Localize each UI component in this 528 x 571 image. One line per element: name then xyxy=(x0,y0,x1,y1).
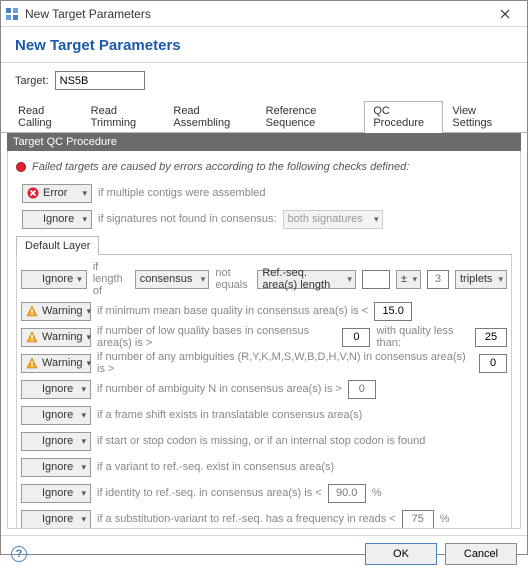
check-text: if signatures not found in consensus: xyxy=(98,213,277,225)
check-mean-base-quality: Warning ▾ if minimum mean base quality i… xyxy=(21,299,507,323)
app-icon xyxy=(5,7,19,21)
chevron-down-icon: ▾ xyxy=(81,488,86,499)
check-ambiguity-n: Ignore ▾ if number of ambiguity N in con… xyxy=(21,377,507,401)
ambig-count-input[interactable] xyxy=(479,354,507,373)
check-substitution-variant: Ignore ▾ if a substitution-variant to re… xyxy=(21,507,507,529)
tab-default-layer[interactable]: Default Layer xyxy=(16,236,99,255)
check-signatures: Ignore ▾ if signatures not found in cons… xyxy=(16,207,512,231)
tab-read-assembling[interactable]: Read Assembling xyxy=(164,101,256,133)
check-stop-codon: Ignore ▾ if start or stop codon is missi… xyxy=(21,429,507,453)
chevron-down-icon: ▾ xyxy=(82,188,87,199)
severity-select[interactable]: Ignore ▾ xyxy=(22,210,92,229)
tab-view-settings[interactable]: View Settings xyxy=(443,101,519,133)
identity-input[interactable] xyxy=(328,484,366,503)
error-dot-icon xyxy=(16,162,26,172)
chevron-down-icon: ▾ xyxy=(82,214,87,225)
check-identity: Ignore ▾ if identity to ref.-seq. in con… xyxy=(21,481,507,505)
signatures-combo[interactable]: both signatures ▾ xyxy=(283,210,383,229)
severity-select[interactable]: Ignore ▾ xyxy=(21,380,91,399)
target-label: Target: xyxy=(15,75,49,87)
tolerance-input[interactable] xyxy=(427,270,449,289)
warning-icon xyxy=(26,305,38,317)
chevron-down-icon: ▾ xyxy=(498,274,503,285)
length-of-combo[interactable]: consensus▾ xyxy=(135,270,210,289)
check-multiple-contigs: Error ▾ if multiple contigs were assembl… xyxy=(16,181,512,205)
target-row: Target: xyxy=(1,71,527,96)
dialog-footer: ? OK Cancel xyxy=(1,535,527,571)
severity-select[interactable]: Warning ▾ xyxy=(21,328,91,347)
combo-value: both signatures xyxy=(288,213,363,225)
check-variant: Ignore ▾ if a variant to ref.-seq. exist… xyxy=(21,455,507,479)
check-ambiguities: Warning ▾ if number of any ambiguities (… xyxy=(21,351,507,375)
unit-combo[interactable]: triplets▾ xyxy=(455,270,507,289)
error-icon xyxy=(27,187,39,199)
target-input[interactable] xyxy=(55,71,145,90)
severity-label: Ignore xyxy=(43,213,78,225)
tab-qc-procedure[interactable]: QC Procedure xyxy=(364,101,443,133)
check-low-quality-bases: Warning ▾ if number of low quality bases… xyxy=(21,325,507,349)
chevron-down-icon: ▾ xyxy=(81,436,86,447)
chevron-down-icon: ▾ xyxy=(81,410,86,421)
chevron-down-icon: ▾ xyxy=(201,274,206,285)
blank-icon xyxy=(27,213,39,225)
warning-icon xyxy=(26,331,38,343)
chevron-down-icon: ▾ xyxy=(87,332,92,343)
severity-label: Error xyxy=(43,187,78,199)
severity-select[interactable]: Warning ▾ xyxy=(21,302,91,321)
chevron-down-icon: ▾ xyxy=(87,358,92,369)
length-value-input[interactable] xyxy=(362,270,390,289)
tab-read-trimming[interactable]: Read Trimming xyxy=(82,101,165,133)
cancel-button[interactable]: Cancel xyxy=(445,543,517,565)
check-frame-shift: Ignore ▾ if a frame shift exists in tran… xyxy=(21,403,507,427)
severity-select[interactable]: Ignore ▾ xyxy=(21,432,91,451)
severity-select[interactable]: Ignore ▾ xyxy=(21,510,91,529)
severity-select[interactable]: Ignore ▾ xyxy=(21,270,87,289)
intro-row: Failed targets are caused by errors acco… xyxy=(16,161,512,173)
chevron-down-icon: ▾ xyxy=(81,514,86,525)
layer-body: Ignore ▾ if length of consensus▾ not equ… xyxy=(16,255,512,529)
severity-select[interactable]: Warning ▾ xyxy=(21,354,91,373)
window-title: New Target Parameters xyxy=(25,7,489,21)
layer-tabs: Default Layer Ignore ▾ if length of cons… xyxy=(16,235,512,529)
chevron-down-icon: ▾ xyxy=(374,214,379,225)
subst-freq-input[interactable] xyxy=(402,510,434,529)
lowq-thresh-input[interactable] xyxy=(475,328,507,347)
chevron-down-icon: ▾ xyxy=(87,306,92,317)
chevron-down-icon: ▾ xyxy=(77,274,82,285)
check-text: if multiple contigs were assembled xyxy=(98,187,266,199)
severity-select[interactable]: Ignore ▾ xyxy=(21,484,91,503)
severity-select[interactable]: Ignore ▾ xyxy=(21,406,91,425)
severity-select[interactable]: Error ▾ xyxy=(22,184,92,203)
chevron-down-icon: ▾ xyxy=(81,462,86,473)
chevron-down-icon: ▾ xyxy=(412,274,417,285)
page-heading: New Target Parameters xyxy=(1,27,527,60)
check-length: Ignore ▾ if length of consensus▾ not equ… xyxy=(21,261,507,297)
tab-reference-sequence[interactable]: Reference Sequence xyxy=(257,101,365,133)
mean-quality-input[interactable] xyxy=(374,302,412,321)
help-icon[interactable]: ? xyxy=(11,546,27,562)
close-button[interactable] xyxy=(489,3,521,25)
tab-read-calling[interactable]: Read Calling xyxy=(9,101,82,133)
lowq-count-input[interactable] xyxy=(342,328,370,347)
ok-button[interactable]: OK xyxy=(365,543,437,565)
section-header: Target QC Procedure xyxy=(7,133,521,151)
chevron-down-icon: ▾ xyxy=(81,384,86,395)
warning-icon xyxy=(26,357,38,369)
equals-combo[interactable]: Ref.-seq. area(s) length▾ xyxy=(257,270,356,289)
title-bar: New Target Parameters xyxy=(1,1,527,27)
divider xyxy=(1,62,527,63)
pm-combo[interactable]: ±▾ xyxy=(396,270,421,289)
chevron-down-icon: ▾ xyxy=(347,274,352,285)
intro-text: Failed targets are caused by errors acco… xyxy=(32,161,409,173)
severity-select[interactable]: Ignore ▾ xyxy=(21,458,91,477)
main-tabs: Read Calling Read Trimming Read Assembli… xyxy=(1,100,527,133)
qc-panel: Failed targets are caused by errors acco… xyxy=(7,151,521,529)
ambig-n-input[interactable] xyxy=(348,380,376,399)
